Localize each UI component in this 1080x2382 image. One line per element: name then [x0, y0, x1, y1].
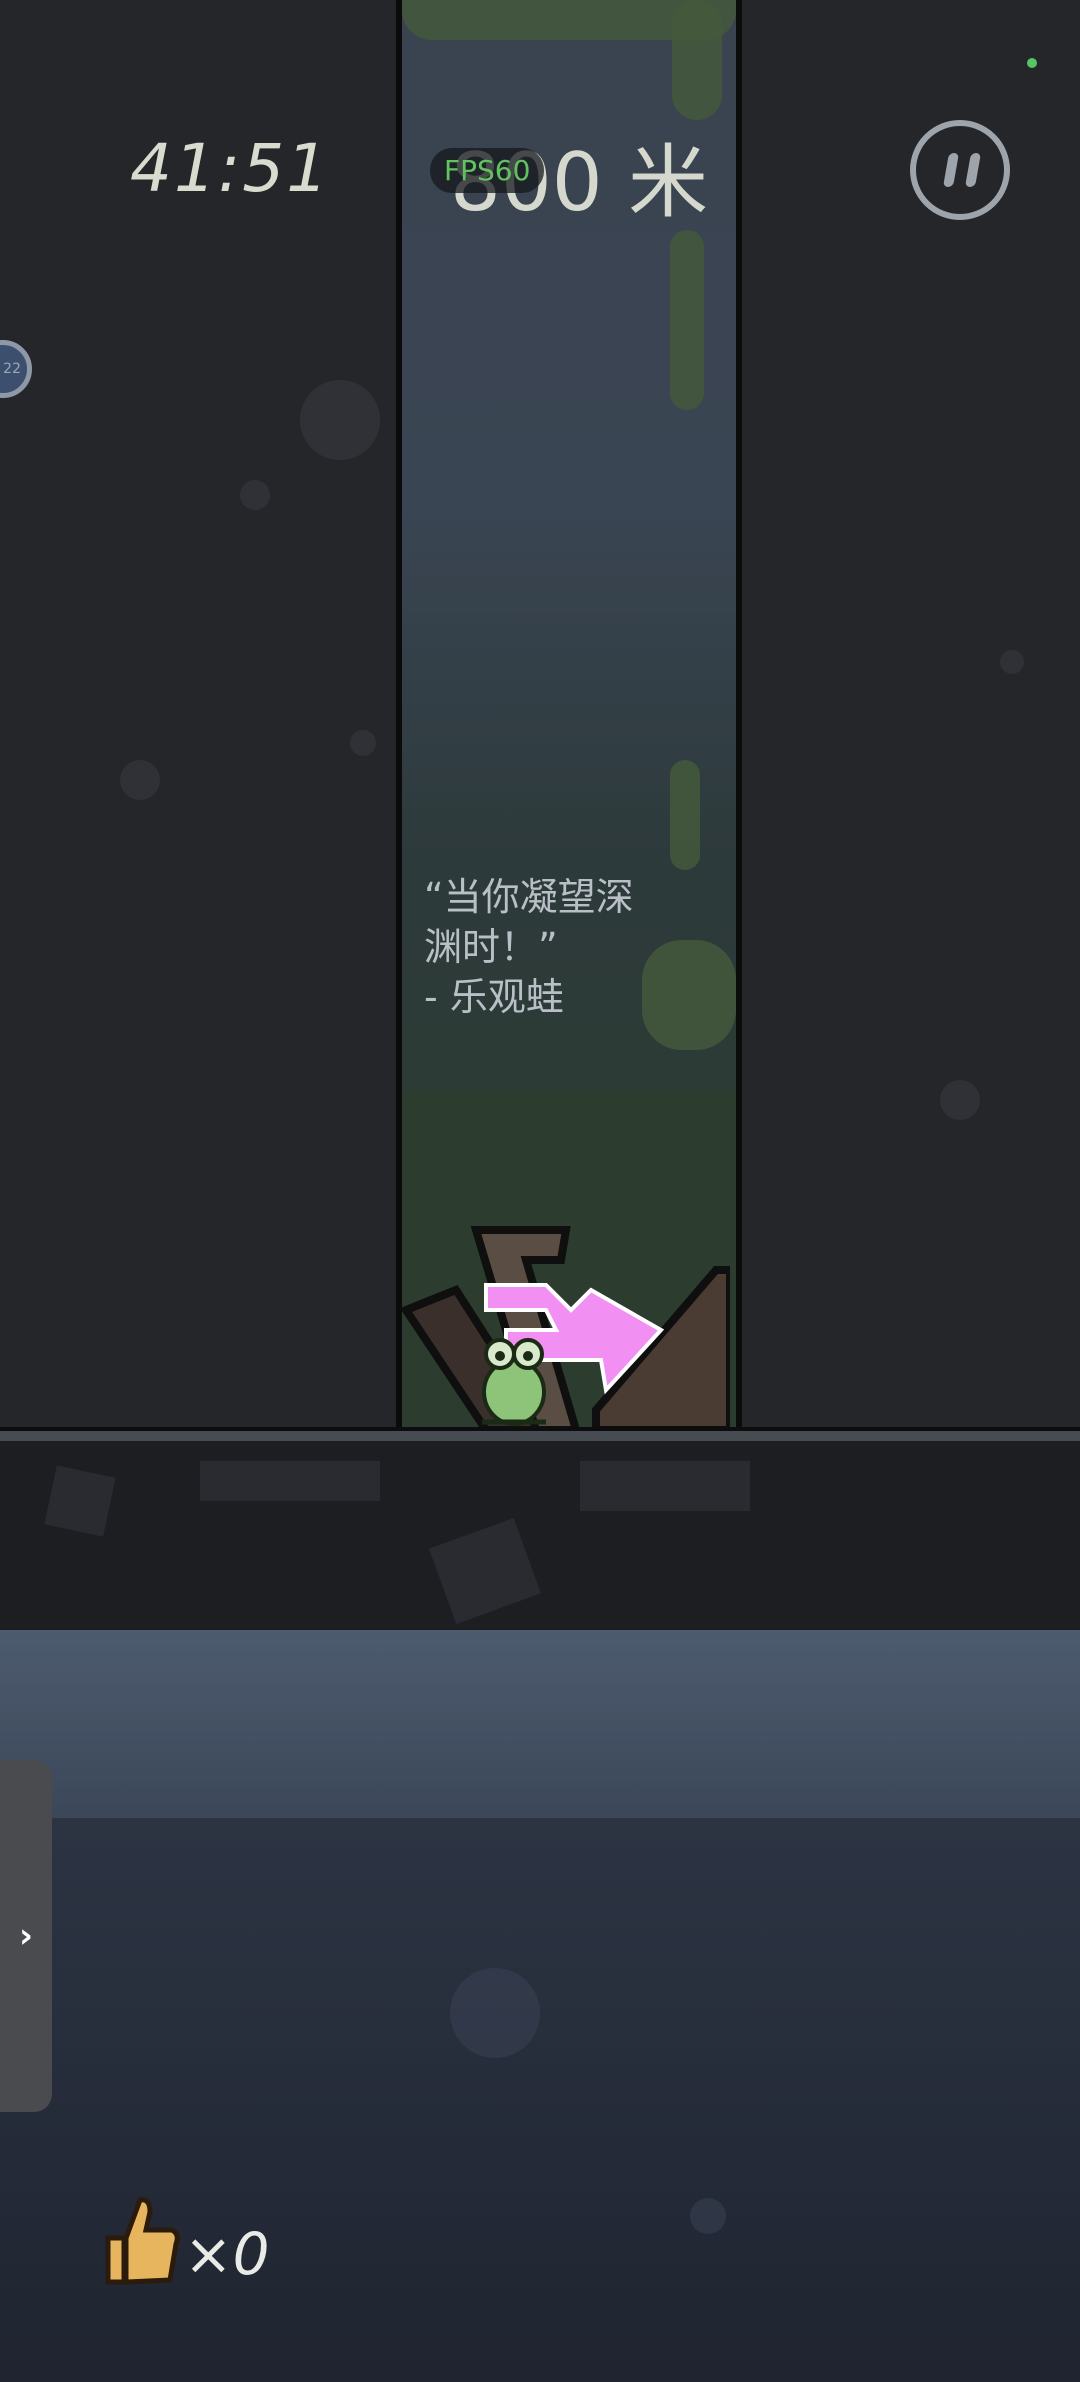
quote-author: - 乐观蛙 — [424, 975, 564, 1019]
fps-counter: FPS60 — [430, 148, 545, 193]
quote-text: “当你凝望深 渊时！” - 乐观蛙 — [424, 872, 684, 1022]
status-dot — [1027, 58, 1037, 68]
rock-layer — [0, 1441, 1080, 1631]
deep-water — [0, 1818, 1080, 2382]
left-wall — [0, 0, 396, 1430]
moss-drip — [670, 230, 704, 410]
floating-bubble-label: 22 — [3, 361, 21, 377]
timer: 41:51 — [130, 130, 331, 207]
rock-chunk — [44, 1465, 116, 1537]
water-bubble — [450, 1968, 540, 2058]
quote-line: 渊时！” — [424, 925, 558, 969]
quote-line: “当你凝望深 — [424, 875, 634, 919]
background-bubble — [120, 760, 160, 800]
thumbs-up-icon — [105, 2197, 180, 2285]
like-count: ×0 — [184, 2220, 270, 2288]
side-drawer-toggle[interactable]: › — [0, 1760, 52, 2112]
branch-and-arrow — [399, 1226, 730, 1430]
rock-chunk — [429, 1518, 541, 1624]
background-bubble — [940, 1080, 980, 1120]
chevron-right-icon: › — [18, 1916, 33, 1956]
background-bubble — [350, 730, 376, 756]
water-surface — [0, 1630, 1080, 1820]
rock-chunk — [200, 1461, 380, 1501]
moss-drip — [670, 760, 700, 870]
background-bubble — [1000, 650, 1024, 674]
background-bubble — [240, 480, 270, 510]
background-bubble — [300, 380, 380, 460]
water-bubble — [690, 2198, 726, 2234]
pause-button[interactable] — [910, 120, 1010, 220]
frog-character — [482, 1338, 546, 1426]
right-wall — [730, 0, 1080, 1430]
rock-chunk — [580, 1461, 750, 1511]
moss-drip — [672, 0, 722, 120]
